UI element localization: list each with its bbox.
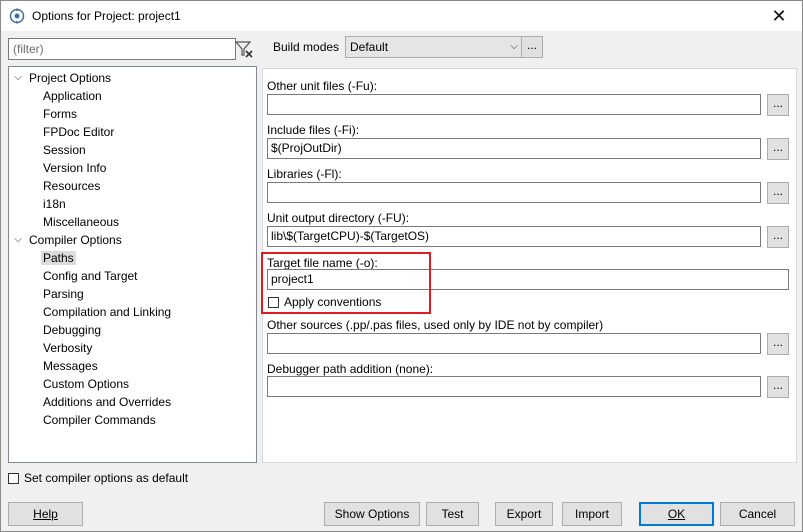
debugger-path-browse-button[interactable]: ... (767, 376, 789, 398)
tree-item-label: Application (43, 89, 102, 103)
tree-item[interactable]: Messages (41, 357, 100, 375)
tree-item-label: Paths (41, 251, 76, 265)
tree-item[interactable]: Additions and Overrides (41, 393, 173, 411)
libraries-input[interactable] (267, 182, 761, 203)
set-default-label: Set compiler options as default (24, 471, 189, 485)
include-files-label: Include files (-Fi): (267, 123, 360, 137)
ok-button-label: OK (667, 507, 686, 521)
help-button-label: Help (33, 507, 58, 521)
other-unit-files-input[interactable] (267, 94, 761, 115)
import-button[interactable]: Import (562, 502, 622, 526)
chevron-down-icon[interactable]: ⌵ (13, 235, 23, 245)
tree-item-label: Compilation and Linking (43, 305, 172, 319)
tree-item[interactable]: Forms (41, 105, 79, 123)
tree-item-label: Additions and Overrides (43, 395, 172, 409)
other-sources-label: Other sources (.pp/.pas files, used only… (267, 318, 604, 332)
build-modes-value: Default (350, 40, 389, 54)
other-unit-files-label: Other unit files (-Fu): (267, 79, 378, 93)
tree-item[interactable]: Compilation and Linking (41, 303, 173, 321)
libraries-label: Libraries (-Fl): (267, 167, 342, 181)
other-sources-browse-button[interactable]: ... (767, 333, 789, 355)
options-dialog: Options for Project: project1 ✕ (filter)… (0, 0, 803, 532)
tree-item[interactable]: Miscellaneous (41, 213, 121, 231)
tree-item-label: Version Info (43, 161, 107, 175)
libraries-browse-button[interactable]: ... (767, 182, 789, 204)
unit-output-dir-label: Unit output directory (-FU): (267, 211, 410, 225)
chevron-down-icon: ⌵ (510, 41, 518, 52)
export-button[interactable]: Export (495, 502, 553, 526)
tree-item-label: FPDoc Editor (43, 125, 115, 139)
close-icon[interactable]: ✕ (756, 1, 802, 31)
debugger-path-input[interactable] (267, 376, 761, 397)
tree-item[interactable]: Debugging (41, 321, 103, 339)
include-files-input[interactable]: $(ProjOutDir) (267, 138, 761, 159)
other-unit-files-browse-button[interactable]: ... (767, 94, 789, 116)
set-default-checkbox[interactable]: Set compiler options as default (8, 471, 188, 485)
test-button[interactable]: Test (426, 502, 479, 526)
build-modes-more-button[interactable]: ... (521, 36, 543, 58)
tree-item[interactable]: Version Info (41, 159, 108, 177)
tree-item-label: Custom Options (43, 377, 130, 391)
tree-item[interactable]: Parsing (41, 285, 86, 303)
cancel-button[interactable]: Cancel (720, 502, 795, 526)
filter-input[interactable]: (filter) (8, 38, 236, 60)
tree-item[interactable]: Paths (41, 249, 76, 267)
tree-item-label: Verbosity (43, 341, 93, 355)
tree-item[interactable]: Application (41, 87, 104, 105)
tree-item-label: Parsing (43, 287, 84, 301)
tree-item[interactable]: FPDoc Editor (41, 123, 116, 141)
lazarus-app-icon (9, 8, 25, 24)
checkbox-box[interactable] (8, 472, 19, 484)
clear-filter-icon[interactable] (233, 38, 255, 60)
tree-group[interactable]: ⌵ Project Options (14, 69, 113, 87)
tree-group[interactable]: ⌵ Compiler Options (14, 231, 124, 249)
annotation-highlight-box (261, 252, 431, 314)
tree-item-label: Messages (43, 359, 98, 373)
tree-item[interactable]: Config and Target (41, 267, 140, 285)
tree-item[interactable]: Compiler Commands (41, 411, 158, 429)
tree-item-label: Forms (43, 107, 77, 121)
unit-output-dir-input[interactable]: lib\$(TargetCPU)-$(TargetOS) (267, 226, 761, 247)
other-sources-input[interactable] (267, 333, 761, 354)
unit-output-dir-browse-button[interactable]: ... (767, 226, 789, 248)
tree-item[interactable]: Resources (41, 177, 102, 195)
tree-item-label: Compiler Options (29, 233, 122, 247)
tree-item-label: Miscellaneous (43, 215, 120, 229)
build-modes-select[interactable]: Default ⌵ (345, 36, 523, 58)
options-tree[interactable]: ⌵ Project Options Application Forms FPDoc Ed… (8, 66, 257, 463)
debugger-path-label: Debugger path addition (none): (267, 362, 434, 376)
ok-button[interactable]: OK (639, 502, 714, 526)
tree-item[interactable]: Session (41, 141, 88, 159)
tree-item-label: Resources (43, 179, 101, 193)
tree-item-label: Config and Target (43, 269, 138, 283)
tree-item-label: i18n (43, 197, 66, 211)
tree-item-label: Debugging (43, 323, 102, 337)
tree-item-label: Project Options (29, 71, 112, 85)
show-options-button[interactable]: Show Options (324, 502, 420, 526)
include-files-browse-button[interactable]: ... (767, 138, 789, 160)
help-button[interactable]: Help (8, 502, 83, 526)
tree-item[interactable]: Custom Options (41, 375, 131, 393)
chevron-down-icon[interactable]: ⌵ (13, 73, 23, 83)
tree-item-label: Session (43, 143, 86, 157)
build-modes-label: Build modes (273, 40, 340, 54)
title-bar: Options for Project: project1 ✕ (1, 1, 802, 31)
tree-item-label: Compiler Commands (43, 413, 156, 427)
window-title: Options for Project: project1 (32, 9, 181, 23)
tree-item[interactable]: i18n (41, 195, 68, 213)
tree-item[interactable]: Verbosity (41, 339, 94, 357)
